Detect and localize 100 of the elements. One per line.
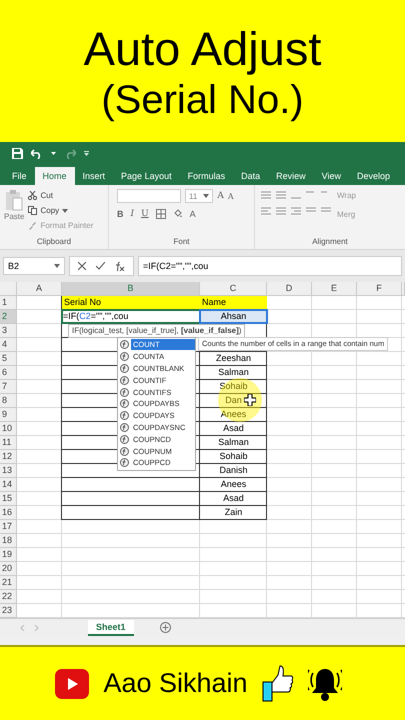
clipboard-icon [5, 189, 24, 211]
italic-button[interactable]: I [130, 209, 134, 219]
table-cell: Asad [223, 493, 244, 503]
group-label: Font [172, 236, 190, 248]
row-header[interactable]: 18 [0, 534, 17, 548]
bold-button[interactable]: B [117, 209, 124, 219]
ribbon-tab[interactable]: File [4, 167, 35, 185]
formula-field[interactable]: =IF(C2="","",cou [138, 256, 402, 276]
caret-icon [54, 264, 60, 268]
ribbon-tab[interactable]: Insert [74, 167, 114, 185]
function-icon[interactable] [115, 262, 125, 270]
save-icon[interactable] [12, 148, 23, 159]
align-icons-drawing[interactable] [261, 207, 331, 215]
banner-title: Auto Adjust [84, 22, 322, 76]
function-icon [120, 388, 129, 397]
cursor-highlight [218, 378, 262, 422]
ribbon-tab[interactable]: Review [268, 167, 314, 185]
row-header[interactable]: 17 [0, 520, 17, 534]
name-box[interactable]: B2 [3, 257, 65, 275]
cancel-icon[interactable] [78, 262, 86, 270]
row-header[interactable]: 19 [0, 548, 17, 562]
row-header[interactable]: 6 [0, 366, 17, 380]
row-header[interactable]: 4 [0, 338, 17, 352]
row-header[interactable]: 9 [0, 408, 17, 422]
row-header[interactable]: 5 [0, 352, 17, 366]
borders-icon[interactable] [156, 209, 166, 219]
play-logo-icon [55, 668, 90, 698]
table-cell: Dan [225, 395, 242, 405]
cursor-icon [244, 394, 256, 406]
font-size-field[interactable]: 11 [185, 189, 214, 203]
row-header[interactable]: 11 [0, 436, 17, 450]
row-header[interactable]: 23 [0, 604, 17, 618]
ribbon-tab[interactable]: Develop [349, 167, 398, 185]
caret-icon[interactable] [51, 152, 56, 155]
table-cell: Zeeshan [216, 353, 252, 363]
column-header[interactable]: A [17, 282, 62, 296]
paste-button[interactable]: Paste [4, 189, 24, 236]
function-icon [120, 458, 129, 468]
editing-cell[interactable]: =IF(C2="","",cou [62, 310, 200, 323]
function-icon [120, 352, 129, 362]
ribbon-tab[interactable]: Home [34, 167, 75, 185]
row-header[interactable]: 13 [0, 464, 17, 478]
column-header[interactable]: E [312, 282, 357, 296]
row-header[interactable]: 12 [0, 450, 17, 464]
row-header[interactable]: 15 [0, 492, 17, 506]
ribbon-tab[interactable]: Data [233, 167, 268, 185]
column-header[interactable]: B [62, 282, 200, 296]
row-header[interactable]: 22 [0, 590, 17, 604]
shrink-font-button[interactable]: A [228, 192, 234, 200]
table-cell: Name [200, 296, 267, 309]
ribbon-tab[interactable]: View [314, 167, 349, 185]
function-icon [120, 411, 129, 420]
row-header[interactable]: 1 [0, 296, 17, 310]
banner-title: (Serial No.) [101, 77, 304, 124]
column-header[interactable]: F [357, 282, 402, 296]
function-icon [120, 376, 129, 385]
add-sheet-icon[interactable] [160, 622, 171, 633]
row-header[interactable]: 20 [0, 562, 17, 576]
undo-icon[interactable] [31, 148, 43, 158]
table-cell: Salman [218, 437, 249, 447]
table-cell: Asad [223, 423, 244, 433]
customize-icon[interactable] [84, 151, 89, 156]
function-icon [120, 446, 129, 456]
scissors-icon [28, 191, 38, 200]
table-cell: Serial No [62, 296, 200, 309]
row-header[interactable]: 21 [0, 576, 17, 590]
row-header[interactable]: 3 [0, 324, 17, 338]
sheet-tab[interactable]: Sheet1 [88, 620, 134, 636]
row-header[interactable]: 14 [0, 478, 17, 492]
table-cell: Zain [224, 507, 242, 517]
row-header[interactable]: 10 [0, 422, 17, 436]
cut-button[interactable]: Cut [28, 189, 94, 202]
row-header[interactable]: 16 [0, 506, 17, 520]
column-header[interactable]: C [200, 282, 267, 296]
table-cell: Salman [218, 367, 249, 377]
function-icon [120, 399, 129, 408]
syntax-tooltip: IF(logical_test, [value_if_true], [value_if_false]) [68, 324, 246, 338]
check-icon[interactable] [96, 262, 105, 270]
underline-button[interactable]: U [141, 209, 149, 219]
ribbon-tab[interactable]: Page Layout [113, 167, 180, 185]
table-cell: Ahsan [200, 310, 267, 323]
grow-font-button[interactable]: A [217, 191, 224, 201]
redo-icon[interactable] [64, 148, 76, 158]
column-header[interactable]: D [267, 282, 312, 296]
function-icon [120, 340, 129, 350]
row-header[interactable]: 2 [0, 310, 17, 324]
font-color-button[interactable]: A [190, 209, 196, 219]
group-label: Clipboard [36, 236, 72, 248]
copy-button[interactable]: Copy [28, 204, 94, 217]
function-icon [120, 422, 129, 432]
table-cell: Sohaib [219, 451, 248, 461]
group-label: Alignment [311, 236, 349, 248]
function-icon [120, 434, 129, 444]
row-header[interactable]: 7 [0, 380, 17, 394]
fill-bucket-icon[interactable] [172, 209, 183, 219]
font-name-field[interactable] [117, 189, 181, 203]
row-header[interactable]: 8 [0, 394, 17, 408]
channel-name: Aao Sikhain [103, 668, 248, 699]
table-cell: Anees [220, 479, 246, 489]
ribbon-tab[interactable]: Formulas [180, 167, 234, 185]
